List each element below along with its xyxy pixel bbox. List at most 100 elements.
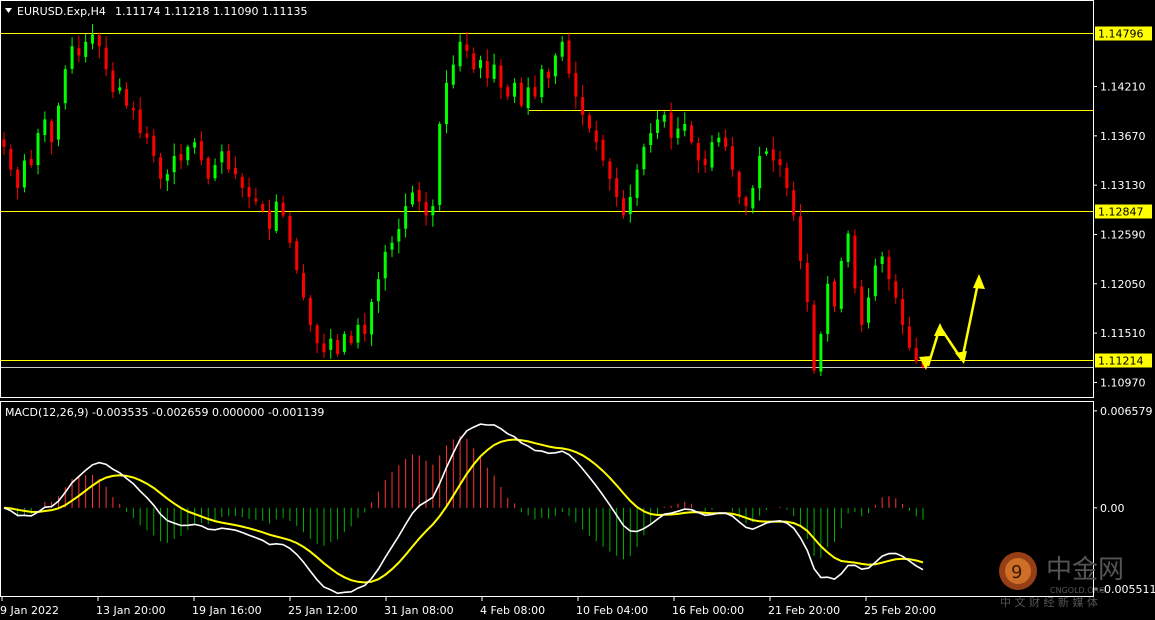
watermark-brand-en: CNGOLD.ORG: [1050, 586, 1105, 595]
candle-body: [485, 61, 489, 79]
candle-body: [206, 157, 210, 179]
candle-body: [29, 158, 33, 166]
candle-body: [710, 142, 714, 168]
price-tick-label: 1.11510: [1100, 327, 1146, 340]
svg-text:9: 9: [1011, 562, 1022, 583]
candle-body: [587, 115, 591, 129]
arrow-head: [955, 351, 967, 364]
candle-body: [36, 133, 40, 166]
candle-body: [914, 347, 918, 362]
projection-arrows: [919, 274, 985, 370]
time-tick-label: 13 Jan 20:00: [96, 604, 166, 617]
candle-body: [138, 109, 142, 134]
candle-body: [567, 40, 571, 74]
candle-body: [77, 48, 81, 56]
candle-body: [730, 146, 734, 170]
candle-body: [737, 171, 741, 198]
candle-body: [621, 198, 625, 216]
time-tick-label: 16 Feb 00:00: [672, 604, 744, 617]
chart-canvas: 1.14210 1.13670 1.13130 1.12590 1.12050 1.115…: [0, 0, 1155, 617]
candle-body: [165, 174, 169, 181]
candles: [2, 24, 925, 377]
candle-body: [159, 157, 163, 179]
candle-body: [186, 146, 190, 161]
candle-body: [526, 87, 530, 109]
candle-body: [608, 161, 612, 179]
candle-body: [798, 216, 802, 261]
candle-body: [315, 325, 319, 344]
candle-body: [444, 82, 448, 125]
candle-body: [792, 190, 796, 216]
candle-body: [519, 82, 523, 106]
candle-body: [227, 150, 231, 170]
candle-body: [104, 47, 108, 70]
macd-tick-label: 0.006579: [1100, 405, 1153, 418]
candle-body: [451, 64, 455, 85]
time-axis: 9 Jan 2022 13 Jan 20:00 19 Jan 16:00 25 Jan…: [0, 597, 936, 617]
candle-body: [846, 233, 850, 262]
candle-body: [751, 187, 755, 209]
candle-body: [649, 133, 653, 146]
candle-body: [853, 235, 857, 289]
candle-body: [363, 324, 367, 335]
candle-body: [819, 334, 823, 372]
candle-body: [131, 108, 135, 111]
candle-body: [833, 281, 837, 307]
candle-body: [308, 298, 312, 325]
candle-body: [594, 130, 598, 143]
menu-triangle-icon[interactable]: [5, 8, 12, 13]
candle-body: [267, 210, 271, 229]
candle-body: [274, 201, 278, 231]
arrow-head: [934, 323, 946, 336]
arrow-segment: [960, 277, 981, 361]
level-tag-text: 1.11214: [1098, 355, 1144, 368]
candle-body: [281, 202, 285, 216]
candle-body: [261, 204, 265, 211]
macd-title: MACD(12,26,9) -0.003535 -0.002659 0.0000…: [5, 406, 324, 419]
candle-body: [70, 46, 74, 69]
candle-body: [764, 151, 768, 154]
price-panel-frame: [0, 0, 1094, 398]
time-tick-label: 19 Jan 16:00: [192, 604, 262, 617]
candle-body: [907, 326, 911, 348]
time-tick-label: 4 Feb 08:00: [480, 604, 545, 617]
candle-body: [560, 41, 564, 57]
candle-body: [669, 112, 673, 138]
candle-body: [873, 265, 877, 297]
candle-body: [717, 137, 721, 143]
candle-body: [376, 279, 380, 302]
symbol-title: EURUSD.Exp,H4: [17, 5, 106, 18]
price-tick-label: 1.12050: [1100, 278, 1146, 291]
candle-body: [860, 286, 864, 325]
candle-body: [295, 241, 299, 271]
candle-body: [118, 87, 122, 91]
level-tags: 1.14796 1.12847 1.11214: [1095, 26, 1152, 368]
candle-body: [438, 123, 442, 205]
candle-body: [240, 176, 244, 188]
candle-body: [145, 133, 149, 138]
candle-body: [390, 242, 394, 250]
price-tick-label: 1.10970: [1100, 376, 1146, 389]
candle-body: [758, 155, 762, 189]
candle-body: [778, 159, 782, 166]
candle-body: [642, 146, 646, 170]
candle-body: [97, 35, 101, 47]
ohlc-values: 1.11174 1.11218 1.11090 1.11135: [115, 5, 307, 18]
candle-body: [383, 251, 387, 279]
candle-body: [199, 141, 203, 161]
candle-body: [513, 82, 517, 97]
candle-body: [601, 139, 605, 161]
candle-body: [635, 169, 639, 198]
candle-body: [839, 260, 843, 309]
candle-body: [410, 192, 414, 205]
candle-body: [16, 169, 20, 188]
candle-body: [111, 70, 115, 92]
candle-body: [90, 34, 94, 44]
candle-body: [193, 142, 197, 148]
time-tick-label: 21 Feb 20:00: [768, 604, 840, 617]
watermark-brand: 中金网: [1046, 555, 1124, 585]
macd-main-line: [3, 423, 924, 595]
candle-body: [540, 69, 544, 98]
candle-body: [690, 125, 694, 143]
candle-body: [696, 143, 700, 161]
